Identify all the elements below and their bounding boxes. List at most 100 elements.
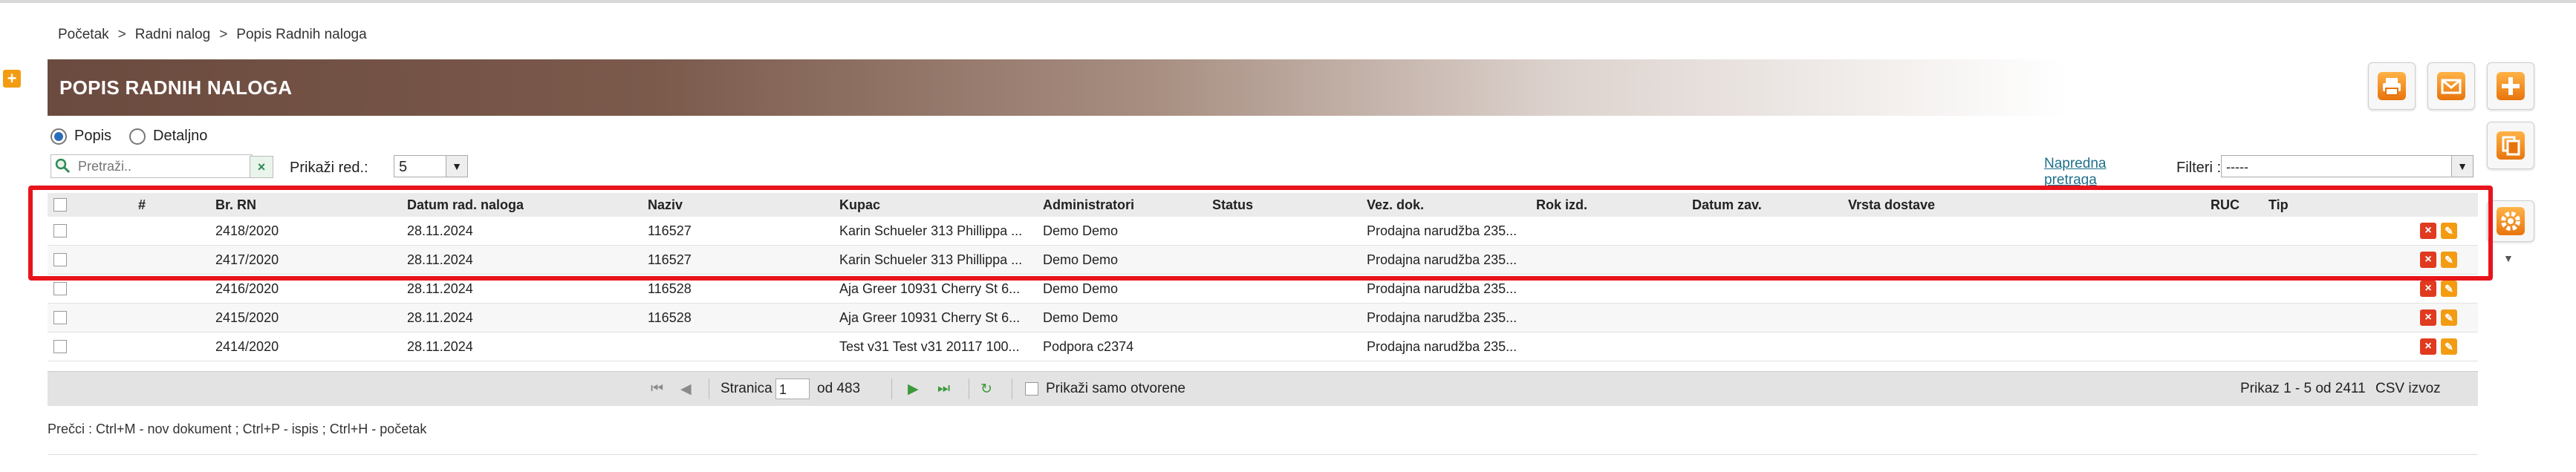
page-of-label: od 483	[817, 381, 861, 396]
filters-value: -----	[2226, 160, 2248, 174]
side-plus-icon[interactable]: +	[3, 70, 21, 88]
footer-divider	[48, 454, 2478, 455]
select-all-cell	[53, 193, 67, 217]
row-checkbox[interactable]	[53, 224, 67, 237]
cell-admin: Demo Demo	[1043, 309, 1119, 325]
row-checkbox[interactable]	[53, 253, 67, 266]
last-page-icon[interactable]: ⏭	[937, 372, 950, 406]
cell-kupac: Test v31 Test v31 20117 100...	[839, 338, 1020, 354]
select-all-checkbox[interactable]	[53, 198, 67, 212]
cell-br-rn: 2417/2020	[215, 252, 279, 267]
cell-datum: 28.11.2024	[407, 223, 473, 238]
records-summary: Prikaz 1 - 5 od 2411	[2240, 381, 2366, 396]
edit-icon[interactable]: ✎	[2441, 338, 2457, 355]
keyboard-shortcuts: Prečci : Ctrl+M - nov dokument ; Ctrl+P …	[48, 422, 427, 436]
col-ruc[interactable]: RUC	[2211, 193, 2240, 217]
col-number[interactable]: #	[138, 193, 146, 217]
only-open-label: Prikaži samo otvorene	[1046, 381, 1185, 396]
cell-admin: Podpora c2374	[1043, 338, 1134, 354]
print-button[interactable]	[2368, 62, 2416, 110]
edit-icon[interactable]: ✎	[2441, 223, 2457, 239]
table-row[interactable]: 2418/2020 28.11.2024 116527 Karin Schuel…	[48, 217, 2478, 246]
col-naziv[interactable]: Naziv	[648, 193, 683, 217]
top-border	[0, 0, 2576, 3]
cell-br-rn: 2415/2020	[215, 309, 279, 325]
email-button[interactable]	[2427, 62, 2475, 110]
edit-icon[interactable]: ✎	[2441, 309, 2457, 326]
cell-br-rn: 2418/2020	[215, 223, 279, 238]
rows-per-page-select[interactable]: 5 ▼	[394, 155, 468, 177]
table-row[interactable]: 2415/2020 28.11.2024 116528 Aja Greer 10…	[48, 304, 2478, 332]
csv-export-link[interactable]: CSV izvoz	[2375, 372, 2441, 406]
col-kupac[interactable]: Kupac	[839, 193, 880, 217]
breadcrumb-separator: >	[219, 27, 228, 42]
search-box	[51, 154, 253, 178]
col-br-rn[interactable]: Br. RN	[215, 193, 256, 217]
cell-kupac: Karin Schueler 313 Phillippa ...	[839, 223, 1023, 238]
col-administratori[interactable]: Administratori	[1043, 193, 1134, 217]
row-checkbox[interactable]	[53, 282, 67, 295]
table-row[interactable]: 2417/2020 28.11.2024 116527 Karin Schuel…	[48, 246, 2478, 275]
row-checkbox[interactable]	[53, 311, 67, 324]
col-vez-dok[interactable]: Vez. dok.	[1367, 193, 1424, 217]
cell-kupac: Aja Greer 10931 Cherry St 6...	[839, 281, 1021, 296]
cell-vez-dok: Prodajna narudžba 235...	[1367, 338, 1518, 354]
cell-admin: Demo Demo	[1043, 252, 1119, 267]
filters-select[interactable]: ----- ▼	[2221, 155, 2473, 177]
next-page-icon[interactable]: ▶	[908, 372, 919, 406]
col-datum[interactable]: Datum rad. naloga	[407, 193, 524, 217]
delete-icon[interactable]: ×	[2420, 309, 2436, 326]
add-button[interactable]	[2487, 62, 2534, 110]
cell-datum: 28.11.2024	[407, 338, 473, 354]
copy-icon	[2497, 131, 2525, 160]
cell-admin: Demo Demo	[1043, 281, 1119, 296]
cell-kupac: Karin Schueler 313 Phillippa ...	[839, 252, 1023, 267]
col-rok-izd[interactable]: Rok izd.	[1536, 193, 1587, 217]
delete-icon[interactable]: ×	[2420, 252, 2436, 268]
page-label: Stranica	[721, 381, 773, 396]
col-tip[interactable]: Tip	[2268, 193, 2289, 217]
chevron-down-icon: ▼	[2451, 156, 2473, 177]
cell-naziv: 116528	[648, 309, 692, 325]
gear-icon	[2497, 207, 2525, 235]
col-vrsta-dostave[interactable]: Vrsta dostave	[1848, 193, 1935, 217]
plus-icon	[2497, 72, 2525, 100]
only-open-checkbox[interactable]	[1025, 382, 1038, 396]
cell-datum: 28.11.2024	[407, 309, 473, 325]
delete-icon[interactable]: ×	[2420, 281, 2436, 297]
radio-detaljno[interactable]	[129, 128, 146, 145]
cell-naziv: 116527	[648, 252, 692, 267]
refresh-icon[interactable]: ↻	[980, 372, 992, 406]
radio-detaljno-label: Detaljno	[153, 128, 208, 144]
edit-icon[interactable]: ✎	[2441, 252, 2457, 268]
clear-search-icon[interactable]: ×	[250, 156, 273, 178]
delete-icon[interactable]: ×	[2420, 338, 2436, 355]
cell-vez-dok: Prodajna narudžba 235...	[1367, 252, 1518, 267]
cell-vez-dok: Prodajna narudžba 235...	[1367, 223, 1518, 238]
cell-vez-dok: Prodajna narudžba 235...	[1367, 281, 1518, 296]
table-row[interactable]: 2416/2020 28.11.2024 116528 Aja Greer 10…	[48, 275, 2478, 304]
breadcrumb-home[interactable]: Početak	[58, 27, 109, 43]
col-status[interactable]: Status	[1212, 193, 1253, 217]
cell-datum: 28.11.2024	[407, 252, 473, 267]
edit-icon[interactable]: ✎	[2441, 281, 2457, 297]
rows-per-page-label: Prikaži red.:	[290, 160, 368, 176]
radio-popis[interactable]	[51, 128, 67, 145]
row-checkbox[interactable]	[53, 340, 67, 353]
table-row[interactable]: 2414/2020 28.11.2024 Test v31 Test v31 2…	[48, 332, 2478, 361]
search-input[interactable]	[77, 157, 221, 176]
copy-button[interactable]	[2487, 122, 2534, 169]
view-mode-group: Popis Detaljno	[51, 128, 207, 145]
page-header-banner: POPIS RADNIH NALOGA	[48, 59, 2068, 116]
settings-dropdown-icon[interactable]: ▼	[2503, 252, 2514, 264]
prev-page-icon[interactable]: ◀	[680, 372, 692, 406]
advanced-search-link[interactable]: Napredna pretraga	[2044, 156, 2126, 189]
page-number-input[interactable]: 1	[775, 378, 810, 399]
delete-icon[interactable]: ×	[2420, 223, 2436, 239]
cell-br-rn: 2414/2020	[215, 338, 279, 354]
first-page-icon[interactable]: ⏮	[651, 372, 663, 406]
col-datum-zav[interactable]: Datum zav.	[1692, 193, 1762, 217]
settings-button[interactable]	[2487, 200, 2534, 242]
chevron-down-icon: ▼	[446, 156, 467, 177]
breadcrumb-work-order[interactable]: Radni nalog	[135, 27, 210, 43]
